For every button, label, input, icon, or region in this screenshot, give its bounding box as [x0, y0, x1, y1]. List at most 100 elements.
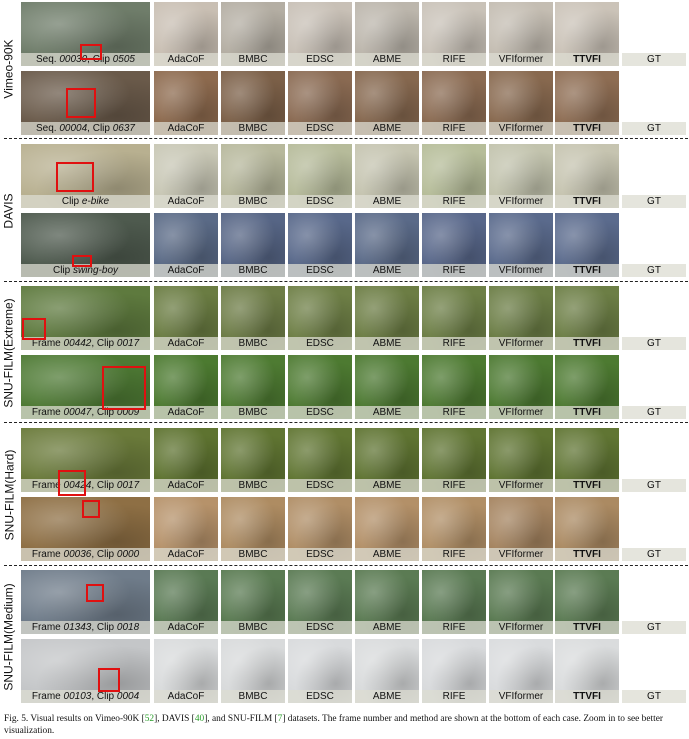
method-label: EDSC — [288, 406, 352, 419]
method-label: BMBC — [221, 53, 285, 66]
crop-edsc: EDSC — [288, 355, 352, 419]
crop-gt: GT — [622, 213, 686, 277]
dashed-separator — [4, 422, 688, 423]
method-label: VFIformer — [489, 122, 553, 135]
group-label-text: Vimeo-90K — [2, 38, 16, 99]
crop-bmbc: BMBC — [221, 2, 285, 66]
method-label: TTVFI — [555, 337, 619, 350]
crop-bmbc: BMBC — [221, 428, 285, 492]
frame-label: Clip e-bike — [21, 195, 150, 208]
crop-rife: RIFE — [422, 497, 486, 561]
method-label: VFIformer — [489, 264, 553, 277]
crop-bmbc: BMBC — [221, 639, 285, 703]
crop-edsc: EDSC — [288, 71, 352, 135]
crop-vfiformer: VFIformer — [489, 286, 553, 350]
method-label: TTVFI — [555, 195, 619, 208]
method-label: BMBC — [221, 337, 285, 350]
crop-adacof: AdaCoF — [154, 286, 218, 350]
crop-ttvfi: TTVFI — [555, 428, 619, 492]
crop-vfiformer: VFIformer — [489, 570, 553, 634]
method-label: RIFE — [422, 406, 486, 419]
method-label: BMBC — [221, 406, 285, 419]
method-label: GT — [622, 264, 686, 277]
crop-adacof: AdaCoF — [154, 639, 218, 703]
crop-ttvfi: TTVFI — [555, 144, 619, 208]
crop-gt: GT — [622, 71, 686, 135]
zoom-region-box — [72, 255, 92, 267]
method-label: VFIformer — [489, 479, 553, 492]
method-label: VFIformer — [489, 621, 553, 634]
method-label: ABME — [355, 479, 419, 492]
method-label: AdaCoF — [154, 122, 218, 135]
method-label: TTVFI — [555, 406, 619, 419]
method-label: RIFE — [422, 337, 486, 350]
crop-abme: ABME — [355, 286, 419, 350]
crop-edsc: EDSC — [288, 213, 352, 277]
group-label: DAVIS — [0, 144, 18, 277]
group-label: SNU-FILM(Extreme) — [0, 286, 18, 419]
crop-adacof: AdaCoF — [154, 2, 218, 66]
method-label: BMBC — [221, 264, 285, 277]
frame-label: Frame 00036, Clip 0000 — [21, 548, 150, 561]
crop-bmbc: BMBC — [221, 355, 285, 419]
method-label: ABME — [355, 621, 419, 634]
crop-bmbc: BMBC — [221, 71, 285, 135]
crop-edsc: EDSC — [288, 144, 352, 208]
crop-edsc: EDSC — [288, 497, 352, 561]
method-label: EDSC — [288, 122, 352, 135]
method-label: RIFE — [422, 621, 486, 634]
crop-edsc: EDSC — [288, 570, 352, 634]
crop-abme: ABME — [355, 570, 419, 634]
crop-ttvfi: TTVFI — [555, 355, 619, 419]
zoom-region-box — [98, 668, 120, 692]
method-label: TTVFI — [555, 264, 619, 277]
method-label: ABME — [355, 53, 419, 66]
crop-rife: RIFE — [422, 213, 486, 277]
zoom-region-box — [82, 500, 100, 518]
method-label: BMBC — [221, 548, 285, 561]
crop-adacof: AdaCoF — [154, 428, 218, 492]
method-label: ABME — [355, 337, 419, 350]
method-label: VFIformer — [489, 548, 553, 561]
crop-rife: RIFE — [422, 639, 486, 703]
frame-label: Frame 01343, Clip 0018 — [21, 621, 150, 634]
method-label: GT — [622, 195, 686, 208]
method-label: TTVFI — [555, 621, 619, 634]
crop-abme: ABME — [355, 639, 419, 703]
dashed-separator — [4, 138, 688, 139]
crop-bmbc: BMBC — [221, 497, 285, 561]
method-label: TTVFI — [555, 690, 619, 703]
method-label: EDSC — [288, 264, 352, 277]
method-label: AdaCoF — [154, 406, 218, 419]
ref-link[interactable]: 52 — [145, 714, 154, 724]
method-label: ABME — [355, 264, 419, 277]
method-label: ABME — [355, 690, 419, 703]
method-label: AdaCoF — [154, 479, 218, 492]
method-label: BMBC — [221, 621, 285, 634]
crop-bmbc: BMBC — [221, 144, 285, 208]
method-label: RIFE — [422, 264, 486, 277]
ref-link[interactable]: 40 — [195, 714, 204, 724]
crop-rife: RIFE — [422, 570, 486, 634]
frame-thumbnail: Frame 00103, Clip 0004 — [21, 639, 150, 703]
method-label: ABME — [355, 195, 419, 208]
frame-label: Frame 00103, Clip 0004 — [21, 690, 150, 703]
crop-gt: GT — [622, 639, 686, 703]
crop-adacof: AdaCoF — [154, 213, 218, 277]
method-label: AdaCoF — [154, 337, 218, 350]
crop-abme: ABME — [355, 144, 419, 208]
method-label: RIFE — [422, 548, 486, 561]
crop-vfiformer: VFIformer — [489, 428, 553, 492]
method-label: RIFE — [422, 479, 486, 492]
method-label: ABME — [355, 548, 419, 561]
method-label: EDSC — [288, 548, 352, 561]
crop-bmbc: BMBC — [221, 570, 285, 634]
crop-gt: GT — [622, 355, 686, 419]
method-label: GT — [622, 406, 686, 419]
method-label: VFIformer — [489, 337, 553, 350]
crop-ttvfi: TTVFI — [555, 286, 619, 350]
method-label: TTVFI — [555, 548, 619, 561]
frame-thumbnail: Clip swing-boy — [21, 213, 150, 277]
method-label: BMBC — [221, 195, 285, 208]
method-label: EDSC — [288, 195, 352, 208]
